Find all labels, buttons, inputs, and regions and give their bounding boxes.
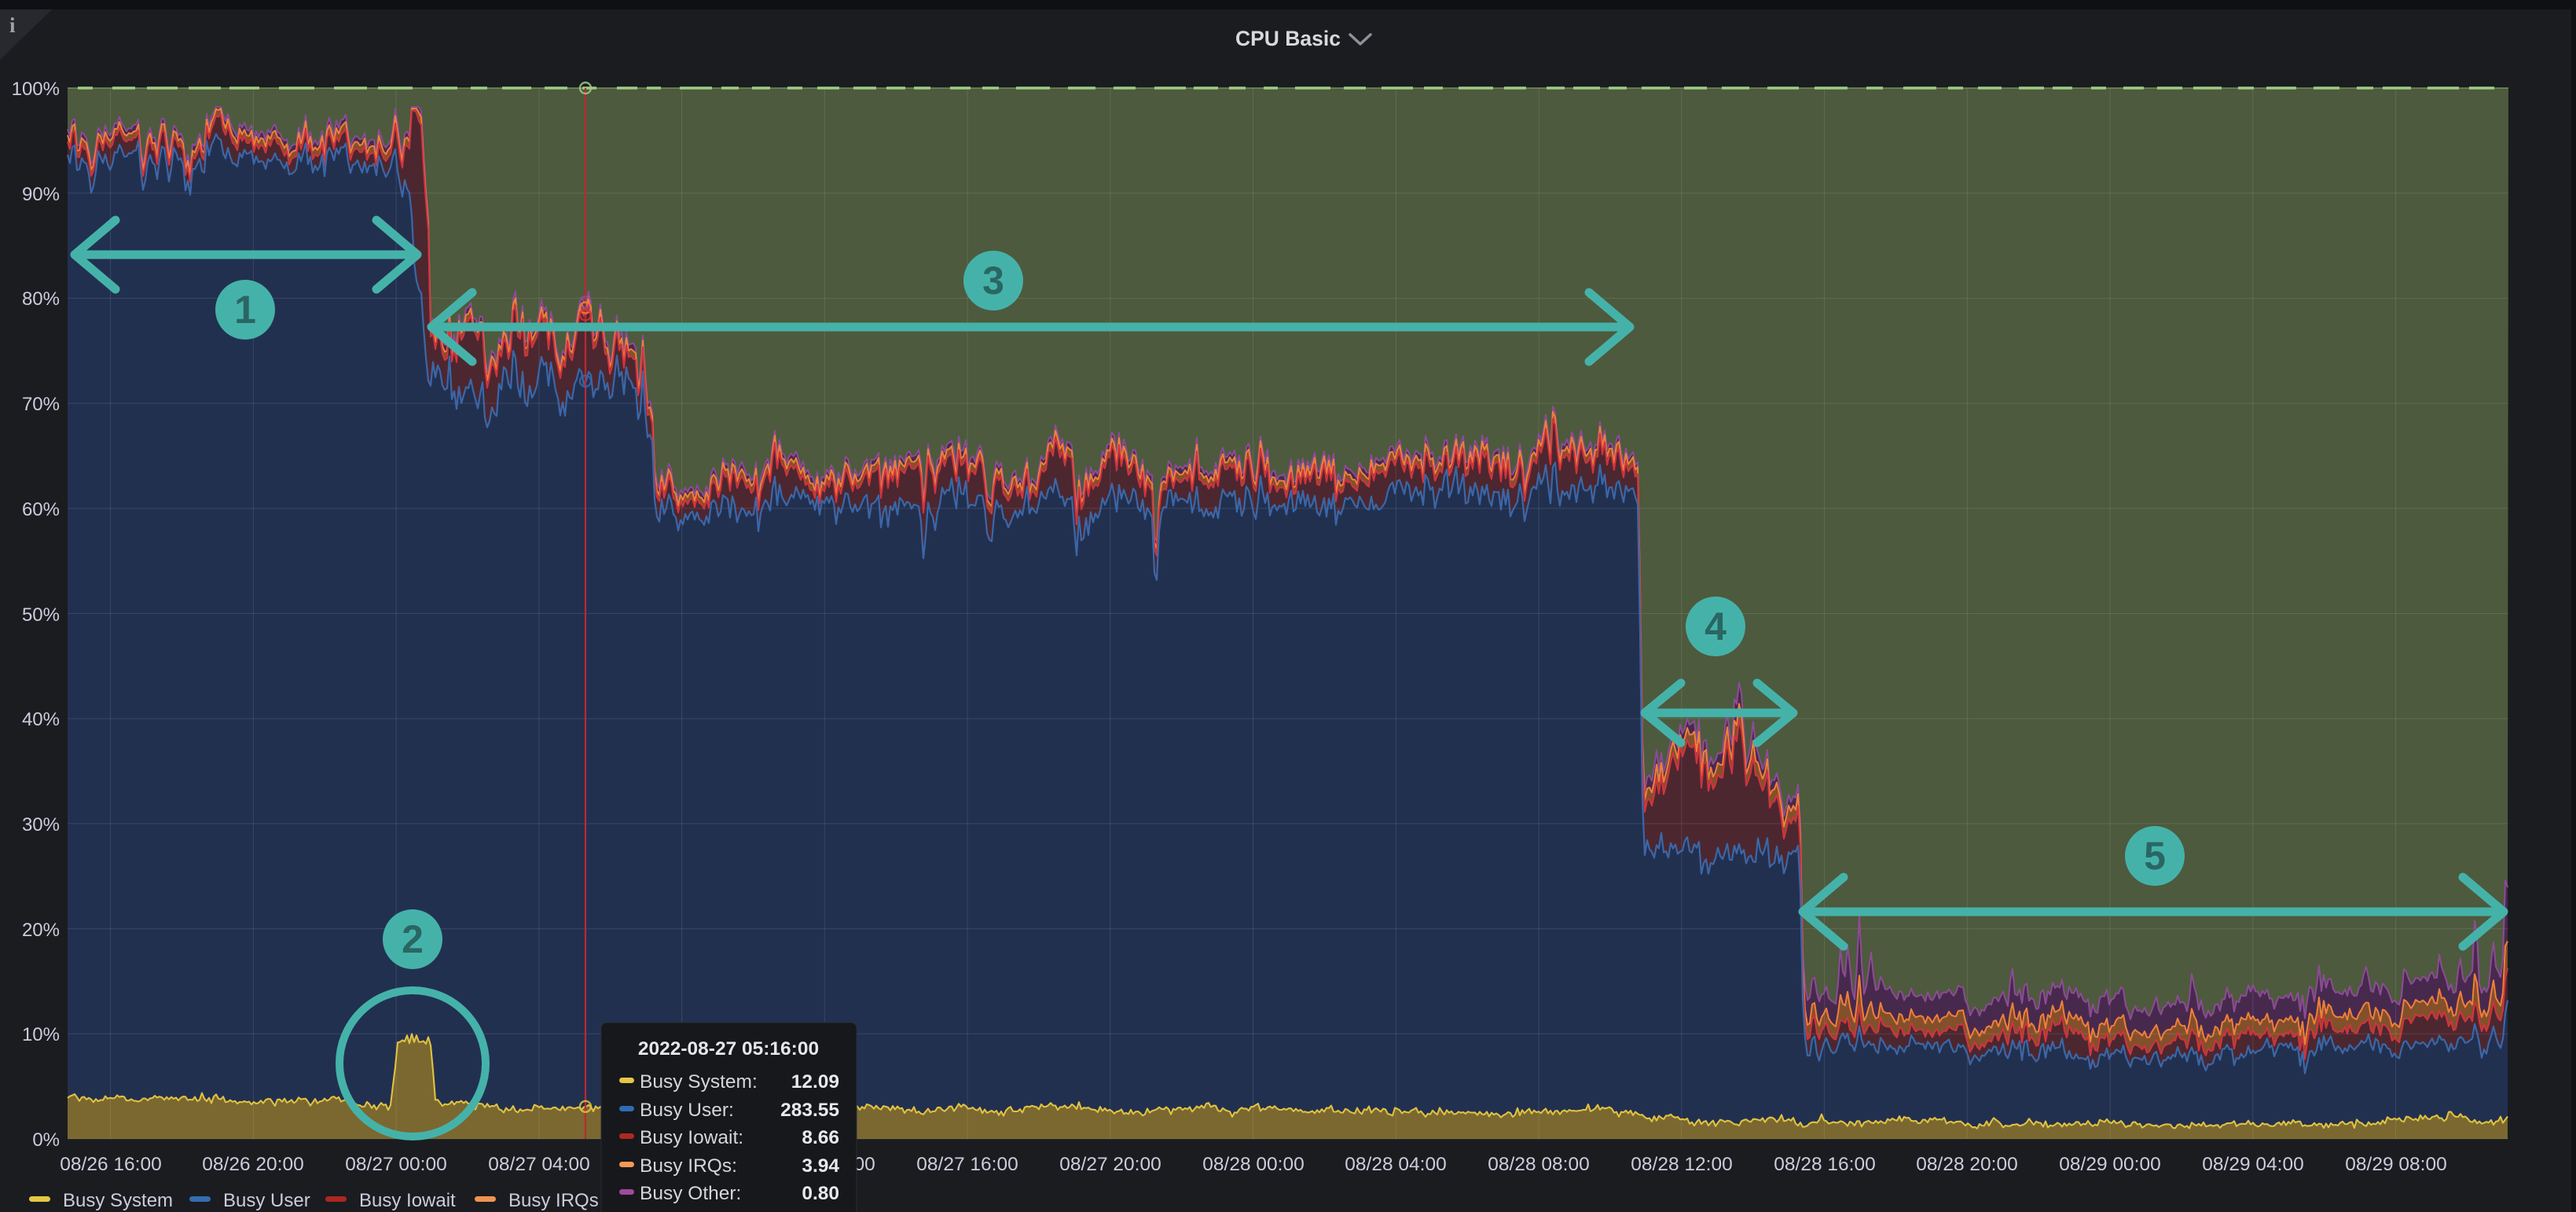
svg-text:08/28 08:00: 08/28 08:00 <box>1488 1154 1589 1175</box>
svg-text:1: 1 <box>234 288 256 332</box>
svg-text:Busy Iowait:: Busy Iowait: <box>640 1127 743 1148</box>
svg-text:08/27 04:00: 08/27 04:00 <box>488 1154 589 1175</box>
svg-text:08/28 04:00: 08/28 04:00 <box>1345 1154 1446 1175</box>
svg-text:Busy System: Busy System <box>63 1190 173 1211</box>
svg-text:80%: 80% <box>22 288 60 310</box>
svg-text:08/29 08:00: 08/29 08:00 <box>2345 1154 2446 1175</box>
svg-text:i: i <box>9 13 16 37</box>
svg-text:70%: 70% <box>22 394 60 415</box>
svg-text:Busy IRQs: Busy IRQs <box>508 1190 599 1211</box>
svg-text:3.94: 3.94 <box>802 1155 839 1177</box>
svg-text:40%: 40% <box>22 709 60 730</box>
svg-text:08/27 16:00: 08/27 16:00 <box>916 1154 1018 1175</box>
svg-text:08/26 16:00: 08/26 16:00 <box>60 1154 161 1175</box>
svg-text:0.80: 0.80 <box>802 1183 839 1204</box>
svg-text:3: 3 <box>982 259 1004 303</box>
svg-text:0%: 0% <box>32 1129 60 1151</box>
svg-text:100%: 100% <box>12 79 60 100</box>
svg-text:Busy Iowait: Busy Iowait <box>359 1190 456 1211</box>
svg-text:4: 4 <box>1704 604 1727 648</box>
svg-text:20%: 20% <box>22 920 60 941</box>
svg-text:08/28 00:00: 08/28 00:00 <box>1202 1154 1304 1175</box>
svg-text:08/28 12:00: 08/28 12:00 <box>1631 1154 1732 1175</box>
svg-text:08/26 20:00: 08/26 20:00 <box>202 1154 303 1175</box>
svg-text:10%: 10% <box>22 1024 60 1045</box>
svg-text:90%: 90% <box>22 184 60 205</box>
svg-text:CPU Basic: CPU Basic <box>1235 27 1341 50</box>
svg-text:08/28 20:00: 08/28 20:00 <box>1916 1154 2017 1175</box>
svg-text:08/29 04:00: 08/29 04:00 <box>2202 1154 2303 1175</box>
svg-text:08/27 20:00: 08/27 20:00 <box>1059 1154 1161 1175</box>
svg-text:30%: 30% <box>22 814 60 836</box>
svg-text:Busy System:: Busy System: <box>640 1071 758 1093</box>
svg-text:08/29 00:00: 08/29 00:00 <box>2059 1154 2160 1175</box>
svg-text:60%: 60% <box>22 499 60 520</box>
svg-text:8.66: 8.66 <box>802 1127 839 1148</box>
svg-text:2022-08-27 05:16:00: 2022-08-27 05:16:00 <box>638 1038 819 1060</box>
svg-text:283.55: 283.55 <box>780 1100 839 1121</box>
svg-text:5: 5 <box>2144 834 2166 878</box>
svg-text:50%: 50% <box>22 604 60 626</box>
svg-text:2: 2 <box>402 917 424 961</box>
svg-text:08/28 16:00: 08/28 16:00 <box>1774 1154 1875 1175</box>
svg-text:Busy User: Busy User <box>223 1190 310 1211</box>
svg-text:Busy User:: Busy User: <box>640 1100 734 1121</box>
svg-text:Busy Other:: Busy Other: <box>640 1183 741 1204</box>
svg-text:08/27 00:00: 08/27 00:00 <box>345 1154 446 1175</box>
svg-text:Busy IRQs:: Busy IRQs: <box>640 1155 737 1177</box>
svg-text:12.09: 12.09 <box>791 1071 839 1093</box>
